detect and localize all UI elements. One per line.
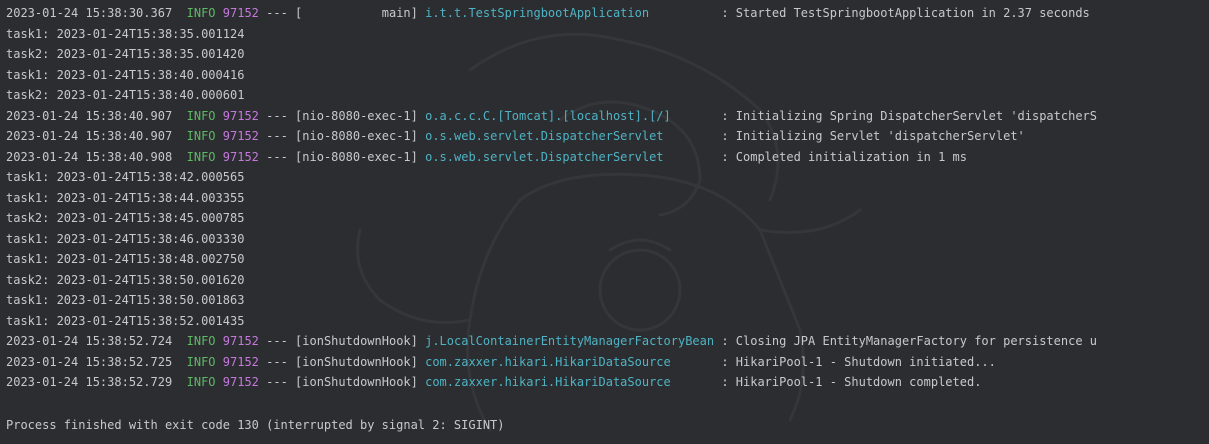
log-separator: --- <box>266 354 288 369</box>
log-timestamp: 2023-01-24 15:38:40.907 <box>6 129 173 143</box>
log-message: : HikariPool-1 - Shutdown initiated... <box>721 354 996 369</box>
task-line: task1: 2023-01-24T15:38:35.001124 <box>6 24 1209 45</box>
log-separator: --- <box>266 108 288 123</box>
log-separator: --- <box>266 375 288 389</box>
log-message: : Closing JPA EntityManagerFactory for p… <box>721 334 1098 348</box>
log-separator: --- <box>266 149 288 164</box>
log-timestamp: 2023-01-24 15:38:52.729 <box>6 375 173 389</box>
log-logger-link[interactable]: o.s.web.servlet.DispatcherServlet <box>425 129 663 143</box>
log-separator: --- <box>266 6 288 20</box>
log-message: : HikariPool-1 - Shutdown completed. <box>721 375 982 389</box>
task-line: task2: 2023-01-24T15:38:45.000785 <box>6 208 1209 229</box>
log-pid: 97152 <box>222 129 259 143</box>
task-output: task1: 2023-01-24T15:38:50.001863 <box>6 293 245 307</box>
log-level: INFO <box>186 375 216 389</box>
task-line: task1: 2023-01-24T15:38:50.001863 <box>6 290 1209 311</box>
log-pid: 97152 <box>222 108 259 123</box>
log-message: : Initializing Spring DispatcherServlet … <box>721 108 1098 123</box>
task-line: task1: 2023-01-24T15:38:42.000565 <box>6 167 1209 188</box>
log-message: : Completed initialization in 1 ms <box>721 149 967 164</box>
log-logger-link[interactable]: com.zaxxer.hikari.HikariDataSource <box>425 375 671 389</box>
log-level: INFO <box>186 149 216 164</box>
log-thread: [ionShutdownHook] <box>295 375 418 389</box>
log-timestamp: 2023-01-24 15:38:52.725 <box>6 354 173 369</box>
log-timestamp: 2023-01-24 15:38:52.724 <box>6 334 173 348</box>
task-line: task2: 2023-01-24T15:38:35.001420 <box>6 44 1209 65</box>
log-logger-link[interactable]: com.zaxxer.hikari.HikariDataSource <box>425 355 671 369</box>
log-line: 2023-01-24 15:38:40.907 INFO 97152 --- [… <box>6 126 1209 147</box>
log-message: : Started TestSpringbootApplication in 2… <box>721 6 1090 20</box>
run-console[interactable]: 2023-01-24 15:38:30.367 INFO 97152 --- [… <box>0 0 1209 444</box>
log-pid: 97152 <box>222 375 259 389</box>
log-timestamp: 2023-01-24 15:38:40.908 <box>6 149 173 164</box>
log-level: INFO <box>186 354 216 369</box>
log-level: INFO <box>186 129 216 143</box>
log-level: INFO <box>186 6 216 20</box>
log-pid: 97152 <box>222 354 259 369</box>
task-output: task2: 2023-01-24T15:38:45.000785 <box>6 211 245 225</box>
log-line: 2023-01-24 15:38:40.908 INFO 97152 --- [… <box>6 147 1209 168</box>
log-line: 2023-01-24 15:38:40.907 INFO 97152 --- [… <box>6 106 1209 127</box>
log-level: INFO <box>186 334 216 348</box>
log-logger-link[interactable]: j.LocalContainerEntityManagerFactoryBean <box>425 334 714 348</box>
task-line: task1: 2023-01-24T15:38:40.000416 <box>6 65 1209 86</box>
log-message: : Initializing Servlet 'dispatcherServle… <box>721 129 1025 143</box>
task-line: task1: 2023-01-24T15:38:46.003330 <box>6 229 1209 250</box>
task-output: task1: 2023-01-24T15:38:46.003330 <box>6 231 245 246</box>
log-line: 2023-01-24 15:38:52.729 INFO 97152 --- [… <box>6 372 1209 393</box>
task-line: task2: 2023-01-24T15:38:50.001620 <box>6 270 1209 291</box>
task-output: task2: 2023-01-24T15:38:50.001620 <box>6 272 245 287</box>
log-timestamp: 2023-01-24 15:38:40.907 <box>6 108 173 123</box>
log-line: 2023-01-24 15:38:30.367 INFO 97152 --- [… <box>6 3 1209 24</box>
task-line: task1: 2023-01-24T15:38:48.002750 <box>6 249 1209 270</box>
log-separator: --- <box>266 334 288 348</box>
task-output: task1: 2023-01-24T15:38:52.001435 <box>6 313 245 328</box>
task-output: task2: 2023-01-24T15:38:35.001420 <box>6 47 245 61</box>
log-logger-link[interactable]: o.a.c.c.C.[Tomcat].[localhost].[/] <box>425 109 671 123</box>
log-pid: 97152 <box>222 334 259 348</box>
task-output: task1: 2023-01-24T15:38:44.003355 <box>6 190 245 205</box>
task-output: task1: 2023-01-24T15:38:35.001124 <box>6 26 245 41</box>
log-separator: --- <box>266 129 288 143</box>
log-thread: [nio-8080-exec-1] <box>295 149 418 164</box>
task-line: task1: 2023-01-24T15:38:44.003355 <box>6 188 1209 209</box>
log-thread: [ionShutdownHook] <box>295 334 418 348</box>
task-line: task1: 2023-01-24T15:38:52.001435 <box>6 311 1209 332</box>
log-thread: [ionShutdownHook] <box>295 354 418 369</box>
log-level: INFO <box>186 108 216 123</box>
task-output: task1: 2023-01-24T15:38:40.000416 <box>6 67 245 82</box>
log-logger-link[interactable]: o.s.web.servlet.DispatcherServlet <box>425 150 663 164</box>
task-output: task1: 2023-01-24T15:38:42.000565 <box>6 170 245 184</box>
log-thread: [nio-8080-exec-1] <box>295 129 418 143</box>
log-thread: [nio-8080-exec-1] <box>295 108 418 123</box>
process-exit-message: Process finished with exit code 130 (int… <box>6 418 505 432</box>
log-logger-link[interactable]: i.t.t.TestSpringbootApplication <box>425 6 649 20</box>
log-timestamp: 2023-01-24 15:38:30.367 <box>6 6 173 20</box>
task-output: task2: 2023-01-24T15:38:40.000601 <box>6 88 245 102</box>
log-pid: 97152 <box>222 149 259 164</box>
log-line: 2023-01-24 15:38:52.724 INFO 97152 --- [… <box>6 331 1209 352</box>
log-line: 2023-01-24 15:38:52.725 INFO 97152 --- [… <box>6 352 1209 373</box>
process-status-line: Process finished with exit code 130 (int… <box>6 415 1209 436</box>
task-output: task1: 2023-01-24T15:38:48.002750 <box>6 252 245 266</box>
log-pid: 97152 <box>222 6 259 20</box>
task-line: task2: 2023-01-24T15:38:40.000601 <box>6 85 1209 106</box>
console-output: 2023-01-24 15:38:30.367 INFO 97152 --- [… <box>6 3 1209 436</box>
log-thread: [ main] <box>295 6 418 20</box>
